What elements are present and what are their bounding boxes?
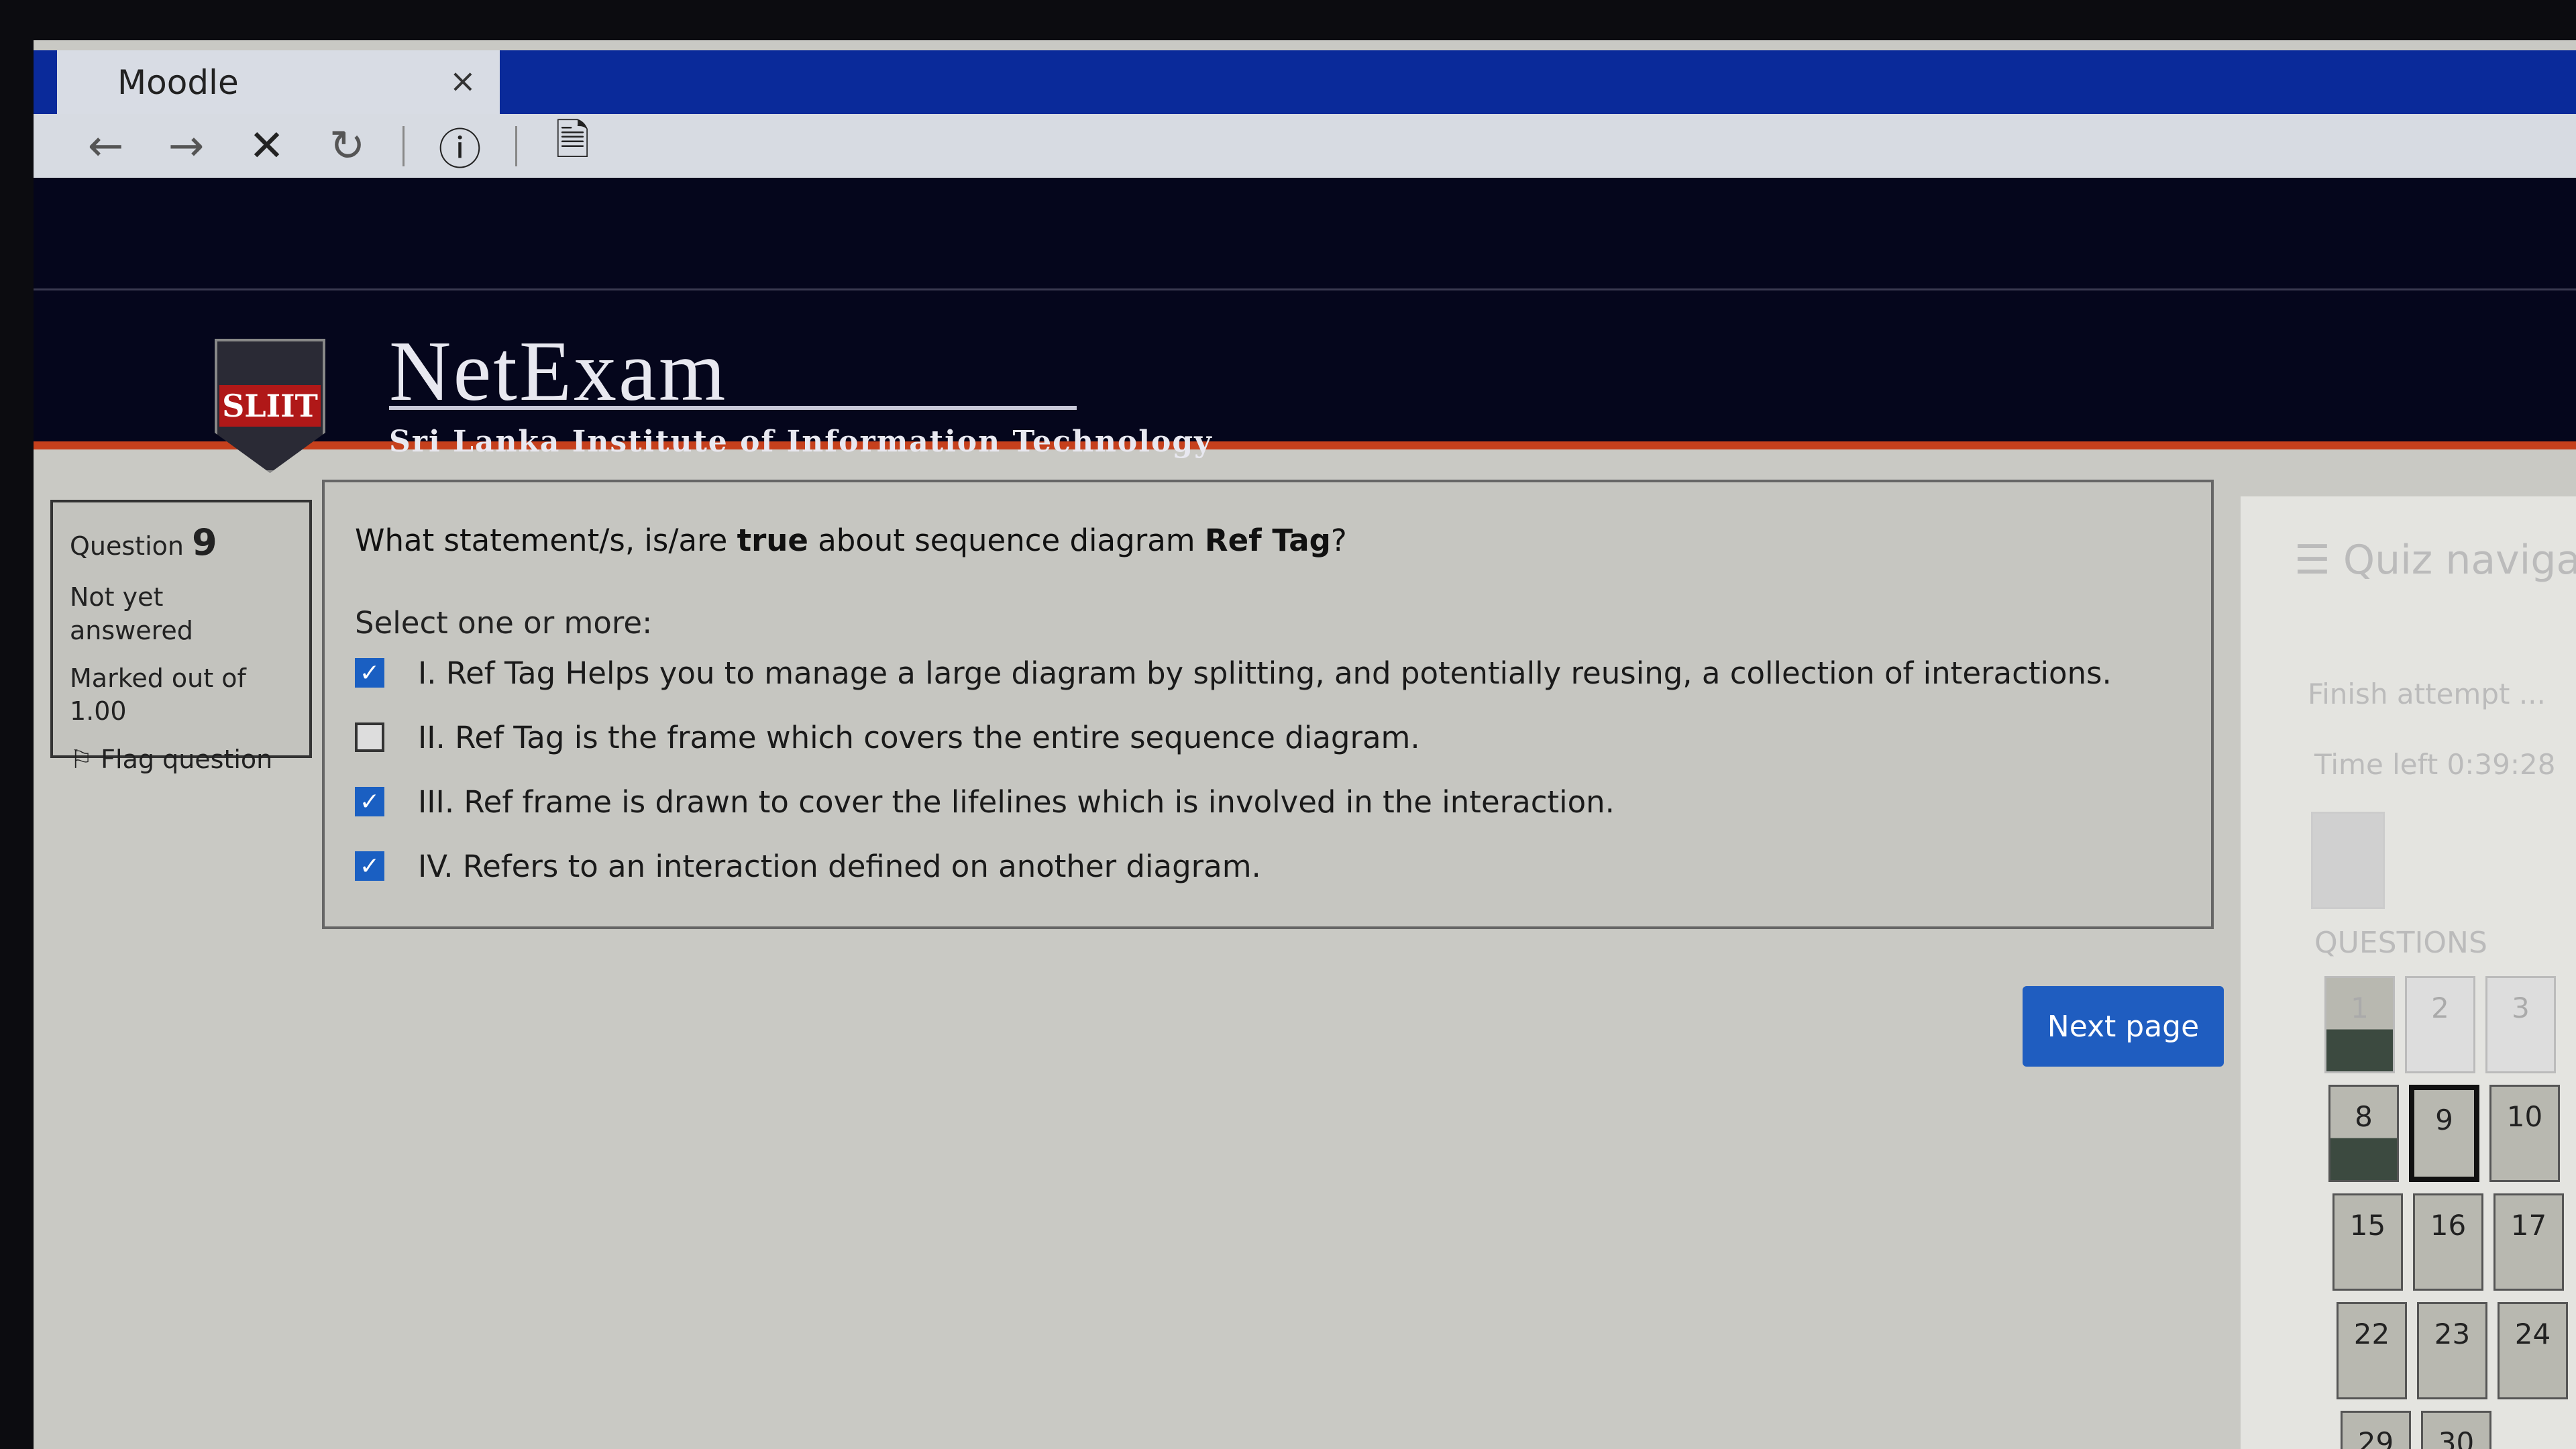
stop-icon[interactable]: ✕ xyxy=(241,121,292,171)
user-picture xyxy=(2311,812,2385,909)
divider xyxy=(515,125,517,166)
checkbox[interactable]: ✓ xyxy=(355,787,384,816)
screen: Moodle × ← → ✕ ↻ ⓘ 🗎 SLIIT NetExam Sri L… xyxy=(34,40,2576,1449)
site-header: SLIIT NetExam Sri Lanka Institute of Inf… xyxy=(34,178,2576,473)
option-label: II. Ref Tag is the frame which covers th… xyxy=(418,719,1420,755)
questions-label: QUESTIONS xyxy=(2314,926,2487,960)
select-prompt: Select one or more: xyxy=(355,605,653,641)
question-nav-button[interactable]: 22 xyxy=(2337,1302,2407,1399)
site-subtitle: Sri Lanka Institute of Information Techn… xyxy=(389,425,1213,459)
question-nav-button[interactable]: 15 xyxy=(2332,1193,2403,1291)
question-nav-button[interactable]: 30 xyxy=(2421,1411,2491,1449)
browser-tab[interactable]: Moodle × xyxy=(57,50,500,114)
answer-option[interactable]: ✓ I. Ref Tag Helps you to manage a large … xyxy=(355,641,2181,705)
option-label: IV. Refers to an interaction defined on … xyxy=(418,848,1261,884)
info-icon[interactable]: ⓘ xyxy=(435,115,485,177)
next-page-button[interactable]: Next page xyxy=(2023,986,2224,1067)
checkbox[interactable] xyxy=(355,722,384,752)
answer-option[interactable]: ✓ III. Ref frame is drawn to cover the li… xyxy=(355,769,2181,834)
question-nav-button[interactable]: 9 xyxy=(2409,1085,2479,1182)
flag-question-link[interactable]: ⚐ Flag question xyxy=(70,743,292,776)
answer-option[interactable]: ✓ IV. Refers to an interaction defined on… xyxy=(355,834,2181,898)
question-number: Question 9 xyxy=(70,521,217,564)
question-nav-button[interactable]: 3 xyxy=(2485,976,2556,1073)
document-icon[interactable]: 🗎 xyxy=(547,110,598,182)
question-nav-button[interactable]: 17 xyxy=(2493,1193,2564,1291)
forward-arrow-icon[interactable]: → xyxy=(161,121,211,171)
option-label: III. Ref frame is drawn to cover the lif… xyxy=(418,784,1615,820)
close-tab-icon[interactable]: × xyxy=(449,62,476,100)
checkbox[interactable]: ✓ xyxy=(355,658,384,688)
question-nav-button[interactable]: 10 xyxy=(2489,1085,2560,1182)
answer-options: ✓ I. Ref Tag Helps you to manage a large … xyxy=(355,641,2181,898)
divider xyxy=(402,125,405,166)
logo-text: SLIIT xyxy=(219,385,321,427)
back-arrow-icon[interactable]: ← xyxy=(80,121,131,171)
divider xyxy=(389,406,1077,410)
question-mark: Marked out of 1.00 xyxy=(70,663,246,727)
question-state: Not yet answered xyxy=(70,582,193,645)
question-nav-button[interactable]: 16 xyxy=(2413,1193,2483,1291)
checkbox[interactable]: ✓ xyxy=(355,851,384,881)
question-nav-button[interactable]: 1 xyxy=(2324,976,2395,1073)
tab-bar: Moodle × xyxy=(34,50,2576,114)
question-text: What statement/s, is/are true about sequ… xyxy=(355,523,1347,558)
time-left: Time left 0:39:28 xyxy=(2314,748,2556,781)
browser-toolbar: ← → ✕ ↻ ⓘ 🗎 xyxy=(34,114,2576,178)
question-nav-button[interactable]: 2 xyxy=(2405,976,2475,1073)
reload-icon[interactable]: ↻ xyxy=(322,121,372,171)
divider xyxy=(34,288,2576,290)
quiz-navigation-title: ☰ Quiz navigat xyxy=(2294,537,2576,584)
option-label: I. Ref Tag Helps you to manage a large d… xyxy=(418,655,2112,691)
question-nav-button[interactable]: 8 xyxy=(2328,1085,2399,1182)
quiz-navigation: ☰ Quiz navigat Finish attempt ... Time l… xyxy=(2241,496,2576,1449)
question-nav-button[interactable]: 23 xyxy=(2417,1302,2487,1399)
question-nav-button[interactable]: 24 xyxy=(2498,1302,2568,1399)
sliit-logo: SLIIT xyxy=(215,339,325,473)
question-info-panel: Question 9 Not yet answered Marked out o… xyxy=(50,500,312,774)
answer-option[interactable]: II. Ref Tag is the frame which covers th… xyxy=(355,705,2181,769)
question-box: What statement/s, is/are true about sequ… xyxy=(322,480,2214,929)
finish-attempt-link[interactable]: Finish attempt ... xyxy=(2308,678,2546,710)
question-nav-button[interactable]: 29 xyxy=(2341,1411,2411,1449)
tab-title: Moodle xyxy=(117,62,239,102)
flag-icon: ⚐ xyxy=(70,744,93,774)
